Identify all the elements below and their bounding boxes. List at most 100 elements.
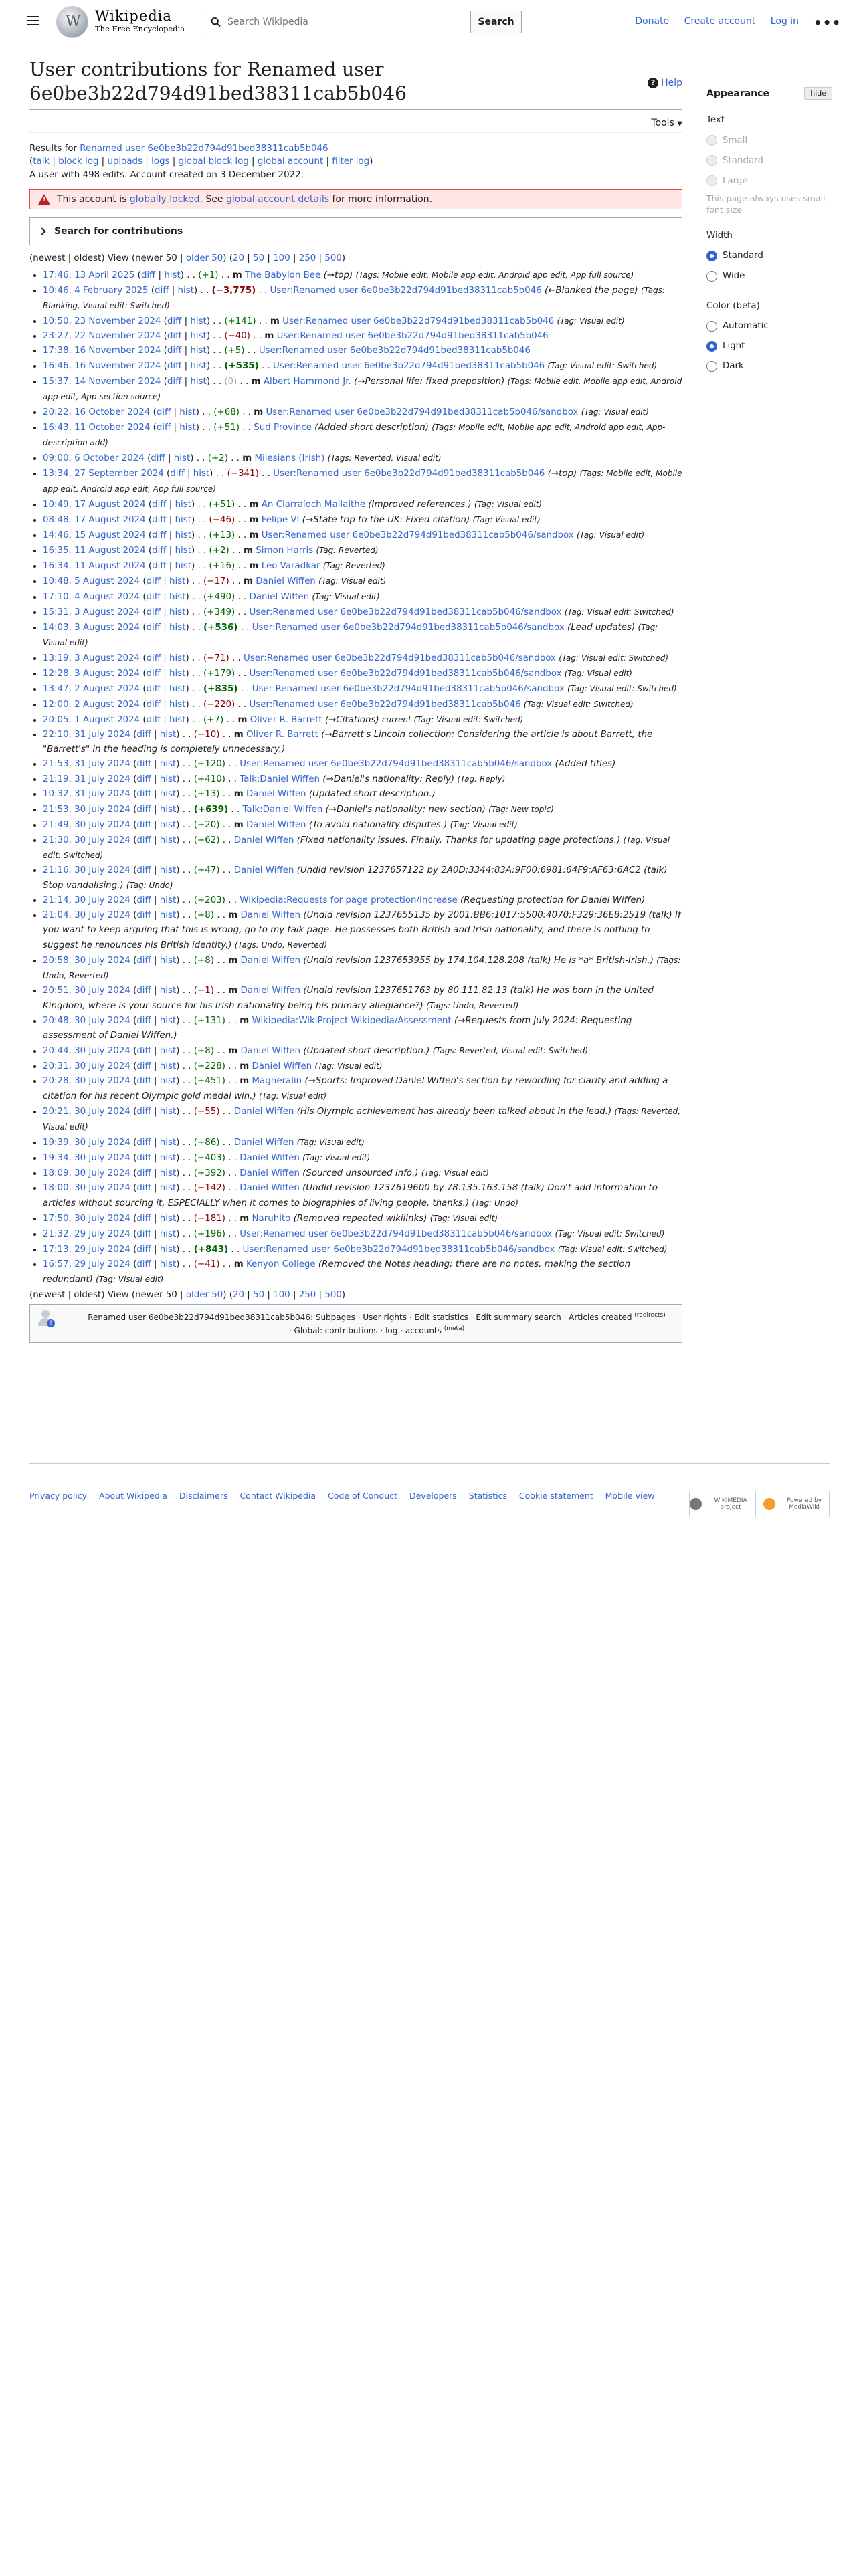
contribution-page-link[interactable]: Daniel Wiffen [252, 1061, 312, 1071]
contribution-timestamp-link[interactable]: 10:46, 4 February 2025 [43, 286, 149, 296]
hist-link[interactable]: hist [175, 546, 191, 556]
contribution-timestamp-link[interactable]: 21:04, 30 July 2024 [43, 910, 130, 920]
hist-link[interactable]: hist [160, 730, 176, 740]
contribution-page-link[interactable]: Daniel Wiffen [240, 1168, 300, 1178]
diff-link[interactable]: diff [136, 1107, 151, 1117]
diff-link[interactable]: diff [136, 956, 151, 966]
diff-link[interactable]: diff [136, 820, 151, 830]
main-menu-icon[interactable] [25, 13, 41, 29]
diff-link[interactable]: diff [136, 895, 151, 905]
global-block-log-link[interactable]: global block log [178, 156, 248, 167]
hist-link[interactable]: hist [179, 423, 195, 433]
diff-link[interactable]: diff [152, 561, 166, 571]
color-dark-option[interactable]: Dark [706, 356, 832, 377]
contribution-timestamp-link[interactable]: 13:19, 3 August 2024 [43, 653, 140, 663]
hist-link[interactable]: hist [190, 331, 206, 341]
diff-link[interactable]: diff [157, 407, 171, 417]
hist-link[interactable]: hist [175, 515, 191, 525]
contribution-page-link[interactable]: Daniel Wiffen [256, 576, 316, 586]
contribution-page-link[interactable]: User:Renamed user 6e0be3b22d794d91bed383… [262, 530, 574, 540]
pagination-top[interactable]: (newest | oldest) View (newer 50 | older… [29, 253, 682, 263]
section-link[interactable]: (→Citations) [325, 715, 379, 725]
contribution-timestamp-link[interactable]: 13:47, 2 August 2024 [43, 684, 140, 694]
contribution-timestamp-link[interactable]: 09:00, 6 October 2024 [43, 453, 145, 463]
width-wide-option[interactable]: Wide [706, 266, 832, 286]
contribution-timestamp-link[interactable]: 20:31, 30 July 2024 [43, 1061, 130, 1071]
logs-link[interactable]: logs [151, 156, 169, 167]
wikimedia-badge[interactable]: WIKIMEDIA project [689, 1491, 756, 1517]
hist-link[interactable]: hist [160, 1259, 176, 1269]
contribution-timestamp-link[interactable]: 17:10, 4 August 2024 [43, 592, 140, 602]
contribution-page-link[interactable]: Daniel Wiffen [240, 1046, 300, 1056]
contribution-page-link[interactable]: User:Renamed user 6e0be3b22d794d91bed383… [242, 1245, 555, 1255]
hist-link[interactable]: hist [179, 407, 195, 417]
mobile-view-link[interactable]: Mobile view [605, 1491, 655, 1501]
contribution-timestamp-link[interactable]: 20:28, 30 July 2024 [43, 1076, 130, 1086]
diff-link[interactable]: diff [136, 1138, 151, 1148]
pagination-link[interactable]: 250 [299, 253, 316, 263]
contribution-timestamp-link[interactable]: 21:53, 31 July 2024 [43, 759, 130, 769]
hist-link[interactable]: hist [169, 576, 185, 586]
contribution-timestamp-link[interactable]: 18:00, 30 July 2024 [43, 1183, 130, 1193]
contribution-timestamp-link[interactable]: 20:51, 30 July 2024 [43, 986, 130, 996]
diff-link[interactable]: diff [167, 331, 181, 341]
text-large-option[interactable]: Large [706, 171, 832, 191]
contribution-timestamp-link[interactable]: 10:32, 31 July 2024 [43, 789, 130, 799]
contribution-page-link[interactable]: Talk:Daniel Wiffen [240, 774, 320, 784]
search-input[interactable] [226, 16, 470, 28]
create-account-link[interactable]: Create account [684, 16, 756, 27]
hist-link[interactable]: hist [160, 1061, 176, 1071]
diff-link[interactable]: diff [136, 910, 151, 920]
contribution-page-link[interactable]: Oliver R. Barrett [246, 730, 318, 740]
contribution-timestamp-link[interactable]: 17:46, 13 April 2025 [43, 270, 134, 280]
hist-link[interactable]: hist [190, 346, 206, 356]
contribution-timestamp-link[interactable]: 16:35, 11 August 2024 [43, 546, 146, 556]
contribution-timestamp-link[interactable]: 20:44, 30 July 2024 [43, 1046, 130, 1056]
contribution-timestamp-link[interactable]: 10:49, 17 August 2024 [43, 500, 146, 510]
hist-link[interactable]: hist [190, 361, 206, 371]
diff-link[interactable]: diff [152, 500, 166, 510]
pagination-link[interactable]: 500 [324, 253, 342, 263]
hist-link[interactable]: hist [160, 1229, 176, 1239]
diff-link[interactable]: diff [147, 623, 161, 633]
hist-link[interactable]: hist [169, 623, 185, 633]
diff-link[interactable]: diff [136, 804, 151, 815]
hist-link[interactable]: hist [169, 684, 185, 694]
uploads-link[interactable]: uploads [107, 156, 142, 167]
global-account-link[interactable]: global account [258, 156, 323, 167]
hist-link[interactable]: hist [160, 895, 176, 905]
contribution-page-link[interactable]: User:Renamed user 6e0be3b22d794d91bed383… [250, 607, 562, 617]
diff-link[interactable]: diff [152, 546, 166, 556]
diff-link[interactable]: diff [167, 361, 181, 371]
pagination-link[interactable]: older 50 [186, 253, 223, 263]
hist-link[interactable]: hist [169, 669, 185, 679]
donate-link[interactable]: Donate [635, 16, 669, 27]
contribution-timestamp-link[interactable]: 13:34, 27 September 2024 [43, 469, 164, 479]
diff-link[interactable]: diff [141, 270, 155, 280]
contribution-page-link[interactable]: Daniel Wiffen [246, 820, 306, 830]
hist-link[interactable]: hist [164, 270, 180, 280]
hist-link[interactable]: hist [174, 453, 190, 463]
contribution-page-link[interactable]: Daniel Wiffen [234, 1107, 294, 1117]
contribution-page-link[interactable]: User:Renamed user 6e0be3b22d794d91bed383… [282, 316, 554, 326]
wikipedia-globe-logo[interactable] [56, 6, 88, 38]
contribution-page-link[interactable]: Oliver R. Barrett [250, 715, 322, 725]
contribution-page-link[interactable]: Daniel Wiffen [240, 956, 300, 966]
pagination-link[interactable]: 250 [299, 1290, 316, 1300]
contribution-timestamp-link[interactable]: 16:57, 29 July 2024 [43, 1259, 130, 1269]
diff-link[interactable]: diff [136, 1061, 151, 1071]
contribution-timestamp-link[interactable]: 20:58, 30 July 2024 [43, 956, 130, 966]
contribution-page-link[interactable]: Daniel Wiffen [240, 986, 300, 996]
diff-link[interactable]: diff [147, 684, 161, 694]
tools-menu[interactable]: Tools ▼ [29, 110, 682, 133]
contribution-page-link[interactable]: Albert Hammond Jr. [264, 377, 351, 387]
color-light-option[interactable]: Light [706, 336, 832, 356]
contribution-timestamp-link[interactable]: 20:48, 30 July 2024 [43, 1016, 130, 1026]
contribution-timestamp-link[interactable]: 19:34, 30 July 2024 [43, 1153, 130, 1163]
diff-link[interactable]: diff [136, 1153, 151, 1163]
hist-link[interactable]: hist [178, 286, 194, 296]
text-standard-option[interactable]: Standard [706, 150, 832, 171]
hist-link[interactable]: hist [160, 1153, 176, 1163]
contribution-page-link[interactable]: User:Renamed user 6e0be3b22d794d91bed383… [273, 469, 545, 479]
hist-link[interactable]: hist [190, 316, 206, 326]
